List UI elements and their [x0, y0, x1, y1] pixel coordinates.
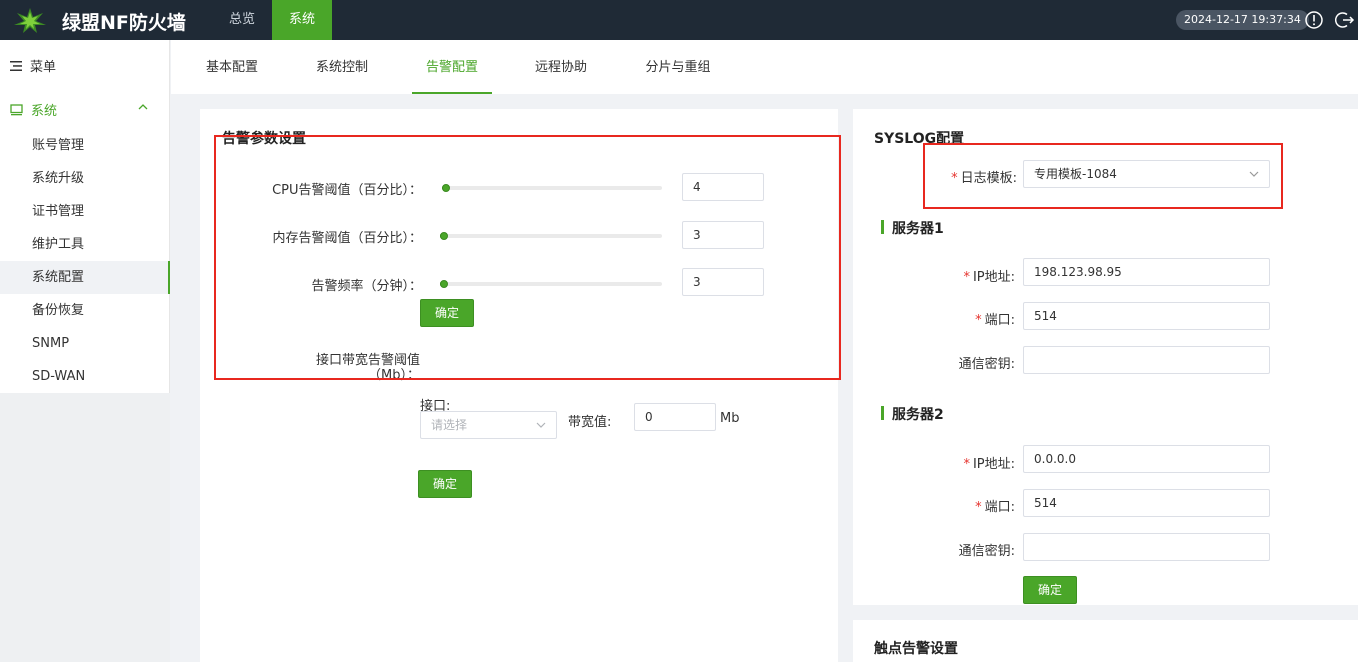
- menu-label: 菜单: [30, 60, 57, 75]
- tab-alarm-config[interactable]: 告警配置: [412, 40, 492, 94]
- nav-system[interactable]: 系统: [272, 0, 332, 40]
- bandwidth-value-label: 带宽值:: [568, 415, 612, 430]
- datetime-badge: 2024-12-17 19:37:34: [1176, 10, 1309, 30]
- logo-icon: [14, 8, 46, 33]
- bandwidth-value-input[interactable]: 0: [634, 403, 716, 431]
- nav-overview[interactable]: 总览: [212, 0, 272, 40]
- sidebar-group-system[interactable]: 系统: [10, 100, 160, 119]
- sidebar-item-maintenance[interactable]: 维护工具: [0, 228, 170, 261]
- top-nav: 总览 系统: [212, 0, 332, 40]
- server2-ip-label: * IP地址:: [963, 457, 1015, 472]
- server1-accent-bar: [881, 220, 884, 234]
- sidebar-item-upgrade[interactable]: 系统升级: [0, 162, 170, 195]
- app-title: 绿盟NF防火墙: [62, 12, 186, 34]
- logout-icon[interactable]: [1335, 10, 1355, 30]
- sidebar-group-label: 系统: [31, 104, 58, 119]
- server1-ip-input[interactable]: 198.123.98.95: [1023, 258, 1270, 286]
- server1-title: 服务器1: [892, 221, 944, 237]
- sidebar-item-snmp[interactable]: SNMP: [0, 327, 170, 360]
- info-icon[interactable]: [1304, 10, 1324, 30]
- menu-toggle[interactable]: 菜单: [10, 56, 56, 75]
- interface-select-placeholder: 请选择: [431, 418, 468, 432]
- server2-port-label: * 端口:: [975, 500, 1015, 515]
- contact-alarm-title: 触点告警设置: [874, 641, 958, 657]
- bandwidth-unit: Mb: [720, 411, 740, 426]
- server2-ip-input[interactable]: 0.0.0.0: [1023, 445, 1270, 473]
- server2-port-input[interactable]: 514: [1023, 489, 1270, 517]
- server2-key-label: 通信密钥:: [958, 544, 1015, 559]
- menu-icon: [10, 60, 22, 71]
- tab-basic-config[interactable]: 基本配置: [193, 40, 271, 94]
- server1-port-label: * 端口:: [975, 313, 1015, 328]
- tab-bar: 基本配置 系统控制 告警配置 远程协助 分片与重组: [171, 40, 1358, 94]
- sidebar-item-account[interactable]: 账号管理: [0, 129, 170, 162]
- sidebar-empty-area: [0, 393, 170, 662]
- top-bar: 绿盟NF防火墙 总览 系统 2024-12-17 19:37:34: [0, 0, 1358, 40]
- chevron-down-icon: [536, 422, 546, 428]
- highlight-box-alarm: [214, 135, 841, 380]
- sidebar-item-sdwan[interactable]: SD-WAN: [0, 360, 170, 393]
- sidebar-item-system-config[interactable]: 系统配置: [0, 261, 170, 294]
- bandwidth-confirm-button[interactable]: 确定: [418, 470, 472, 498]
- tab-fragmentation[interactable]: 分片与重组: [632, 40, 724, 94]
- server2-key-input[interactable]: [1023, 533, 1270, 561]
- sidebar-item-certificate[interactable]: 证书管理: [0, 195, 170, 228]
- server2-title: 服务器2: [892, 407, 944, 423]
- syslog-confirm-button[interactable]: 确定: [1023, 576, 1077, 604]
- monitor-icon: [10, 103, 23, 115]
- server1-key-label: 通信密钥:: [958, 357, 1015, 372]
- chevron-up-icon: [138, 104, 148, 110]
- server1-ip-label: * IP地址:: [963, 270, 1015, 285]
- tab-remote-assist[interactable]: 远程协助: [522, 40, 600, 94]
- server1-key-input[interactable]: [1023, 346, 1270, 374]
- highlight-box-template: [923, 143, 1283, 209]
- sidebar-item-backup[interactable]: 备份恢复: [0, 294, 170, 327]
- server1-port-input[interactable]: 514: [1023, 302, 1270, 330]
- sidebar: 菜单 系统 账号管理 系统升级 证书管理 维护工具 系统配置 备份恢复 SNMP…: [0, 40, 170, 662]
- contact-alarm-panel: 触点告警设置: [853, 620, 1358, 662]
- interface-select[interactable]: 请选择: [420, 411, 557, 439]
- server2-accent-bar: [881, 406, 884, 420]
- tab-system-control[interactable]: 系统控制: [303, 40, 381, 94]
